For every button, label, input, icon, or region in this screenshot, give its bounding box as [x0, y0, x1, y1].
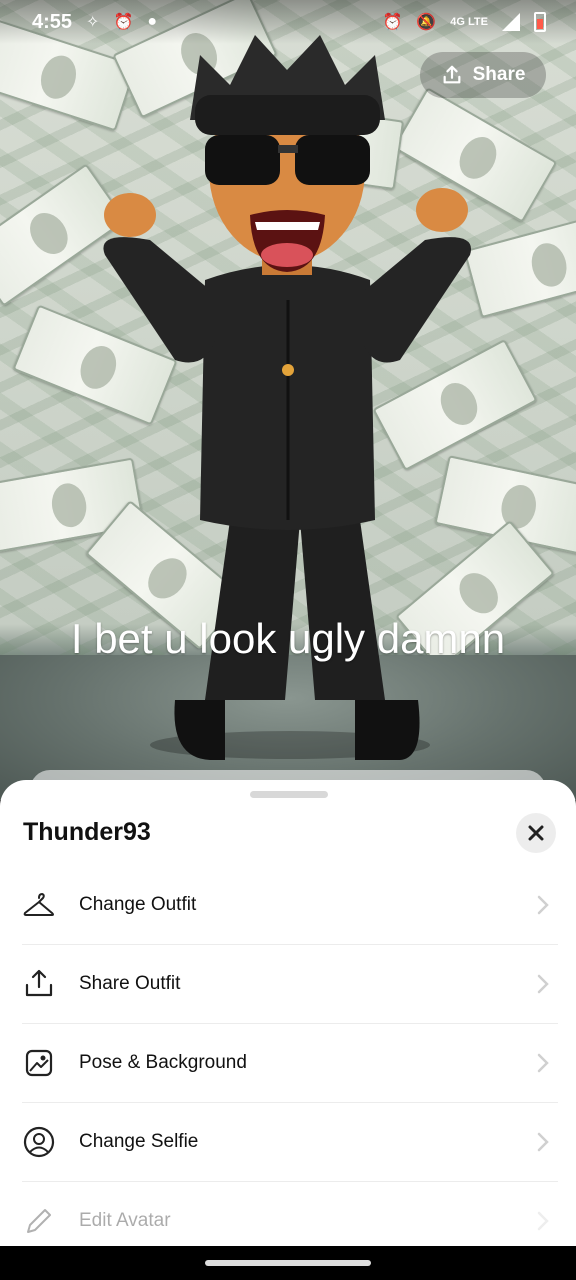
status-left: 4:55 ✧ ⏰ ● — [32, 11, 157, 34]
pencil-icon — [27, 1208, 51, 1233]
menu-item-share-outfit[interactable]: Share Outfit — [0, 944, 576, 1023]
menu-item-label: Pose & Background — [79, 1051, 247, 1073]
sheet-grabber-handle[interactable] — [250, 791, 328, 798]
chevron-right-icon — [537, 974, 549, 993]
upload-icon — [443, 65, 461, 84]
alarm-icon: ⏰ — [382, 14, 403, 31]
share-label: Share — [472, 64, 526, 85]
avatar-options-sheet: Thunder93 Change Outfit Share Outfit Pos… — [0, 780, 576, 1246]
menu-item-pose-background[interactable]: Pose & Background — [0, 1023, 576, 1102]
sheet-title: Thunder93 — [23, 818, 151, 846]
menu-item-label: Change Selfie — [79, 1130, 199, 1152]
menu-item-change-outfit[interactable]: Change Outfit — [0, 865, 576, 944]
hanger-icon — [23, 892, 54, 916]
system-nav-bar — [0, 1246, 576, 1280]
image-pose-icon — [25, 1049, 53, 1076]
mute-icon: 🔕 — [416, 14, 437, 31]
signal-icon — [502, 13, 520, 31]
chevron-right-icon — [537, 1211, 549, 1230]
share-button[interactable]: Share — [420, 52, 546, 98]
close-icon — [528, 825, 544, 841]
menu-item-change-selfie[interactable]: Change Selfie — [0, 1102, 576, 1181]
snapchat-icon: ● — [147, 13, 158, 30]
menu-item-label: Edit Avatar — [79, 1209, 171, 1231]
network-4g-lte: 4G LTE — [450, 16, 488, 28]
battery-low-icon — [534, 12, 546, 32]
status-right: ⏰ 🔕 4G LTE — [382, 12, 546, 32]
chevron-right-icon — [537, 1053, 549, 1072]
menu-item-label: Share Outfit — [79, 972, 181, 994]
selfie-face-icon — [23, 1126, 55, 1157]
home-gesture-handle[interactable] — [205, 1260, 371, 1266]
close-button[interactable] — [516, 813, 556, 853]
status-time: 4:55 — [32, 10, 73, 33]
alarm-icon: ⏰ — [113, 14, 134, 31]
chevron-right-icon — [537, 895, 549, 914]
chevron-right-icon — [537, 1132, 549, 1151]
menu-item-label: Change Outfit — [79, 893, 197, 915]
status-bar: 4:55 ✧ ⏰ ● ⏰ 🔕 4G LTE — [0, 0, 576, 44]
sparkle-icon: ✧ — [86, 14, 100, 31]
share-upload-icon — [25, 969, 53, 996]
caption-text: I bet u look ugly damnn — [70, 615, 506, 662]
menu-item-edit-avatar[interactable]: Edit Avatar — [0, 1181, 576, 1246]
bitmoji-avatar — [103, 35, 472, 760]
